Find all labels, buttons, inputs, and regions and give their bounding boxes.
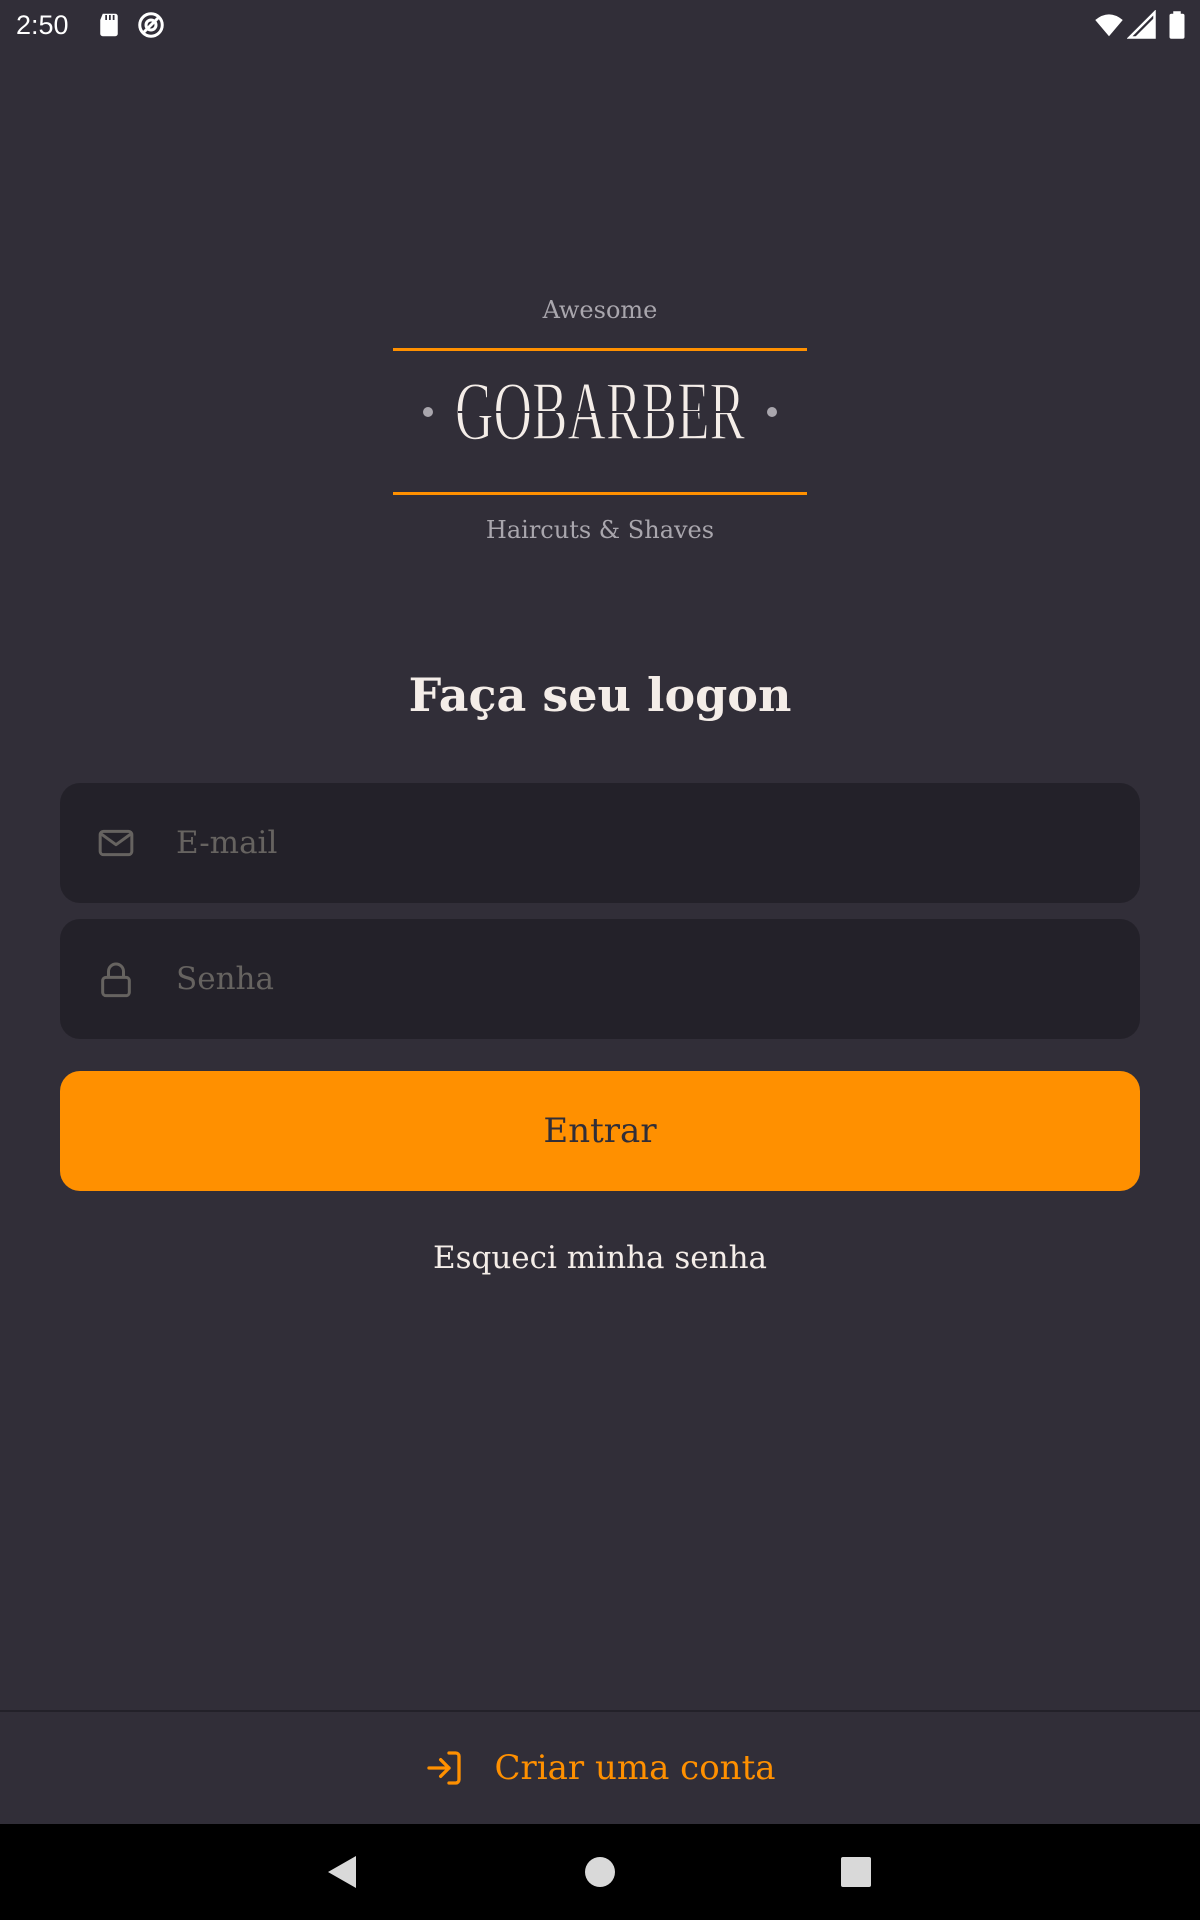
app-logo: Awesome GOBARBER Haircuts & Shaves: [393, 290, 807, 550]
logo-tagline-top: Awesome: [542, 296, 658, 324]
password-input[interactable]: [176, 919, 1106, 1039]
footer: Criar uma conta: [0, 1710, 1200, 1824]
back-icon[interactable]: [322, 1852, 362, 1892]
logo-wordmark: GOBARBER: [423, 367, 777, 457]
recents-icon[interactable]: [836, 1852, 876, 1892]
home-icon[interactable]: [580, 1852, 620, 1892]
status-time: 2:50: [16, 10, 69, 40]
sd-card-icon: [100, 13, 118, 37]
create-account-button[interactable]: Criar uma conta: [0, 1712, 1200, 1824]
navigation-bar: [0, 1824, 1200, 1920]
password-field[interactable]: [60, 919, 1140, 1039]
logo-divider-top: [393, 348, 807, 351]
data-saver-icon: [138, 12, 164, 38]
logo-tagline-bottom: Haircuts & Shaves: [485, 516, 715, 544]
mail-icon: [98, 829, 134, 857]
wifi-icon: [1095, 14, 1123, 37]
email-field[interactable]: [60, 783, 1140, 903]
login-button[interactable]: Entrar: [60, 1071, 1140, 1191]
cell-signal-icon: [1127, 10, 1156, 39]
page-title: Faça seu logon: [408, 668, 792, 722]
log-in-icon: [427, 1751, 462, 1785]
logo-divider-bottom: [393, 492, 807, 495]
forgot-password-link[interactable]: Esqueci minha senha: [0, 1240, 1200, 1276]
battery-icon: [1169, 11, 1185, 39]
create-account-label: Criar uma conta: [494, 1748, 776, 1788]
status-bar: 2:50: [0, 0, 1200, 50]
lock-icon: [101, 962, 131, 998]
email-input[interactable]: [176, 783, 1106, 903]
